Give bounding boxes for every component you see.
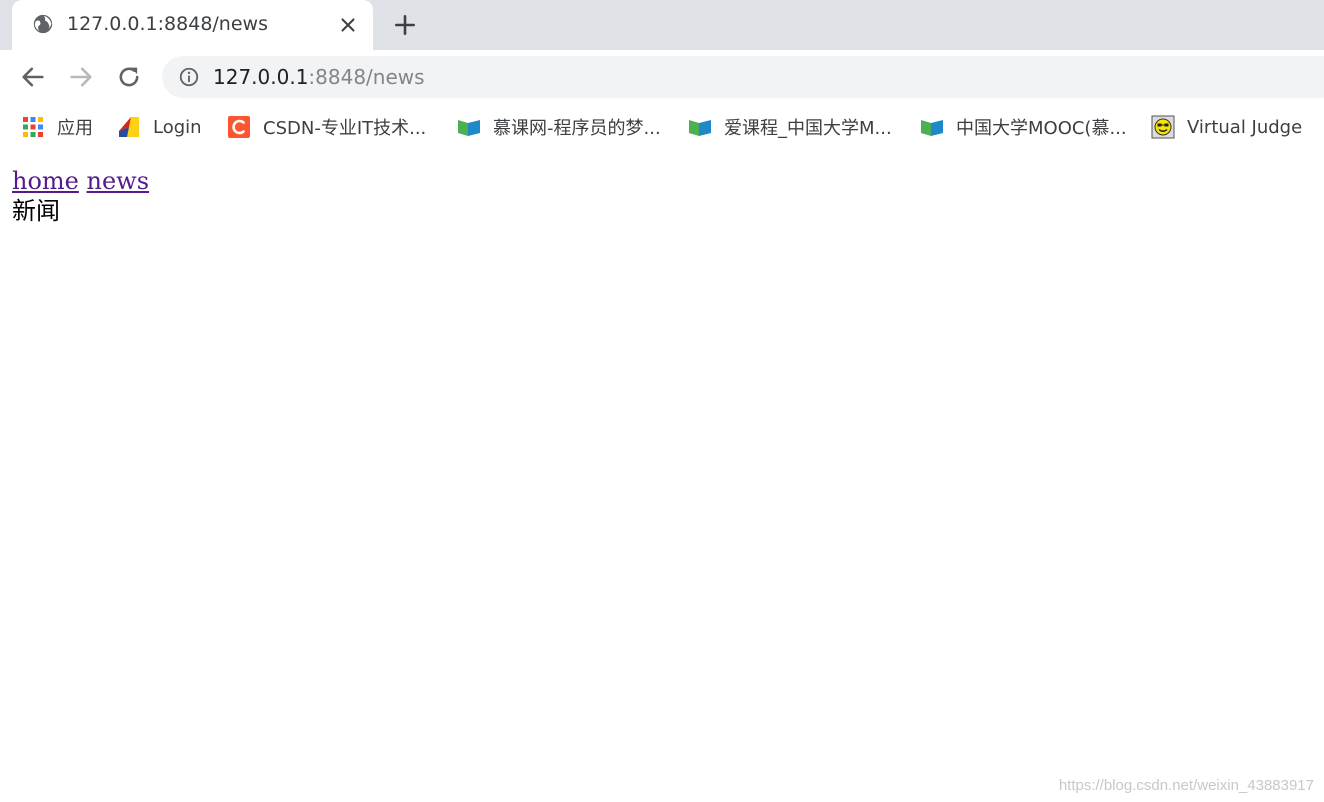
bookmark-mooc[interactable]: 中国大学MOOC(慕... bbox=[920, 112, 1127, 142]
tab-strip: 127.0.0.1:8848/news bbox=[0, 0, 1324, 50]
home-link[interactable]: home bbox=[12, 167, 79, 195]
smiley-favicon-icon bbox=[1151, 115, 1175, 139]
reload-icon[interactable] bbox=[115, 63, 143, 91]
info-icon[interactable] bbox=[178, 66, 200, 88]
news-link[interactable]: news bbox=[87, 167, 150, 195]
news-text: 新闻 bbox=[12, 197, 60, 225]
csdn-favicon-icon bbox=[228, 116, 250, 138]
bookmark-apps[interactable]: 应用 bbox=[21, 112, 93, 142]
bookmark-login[interactable]: Login bbox=[117, 112, 202, 142]
address-bar[interactable]: 127.0.0.1:8848/news bbox=[162, 56, 1324, 98]
browser-toolbar: 127.0.0.1:8848/news bbox=[0, 50, 1324, 104]
book-favicon-icon bbox=[921, 120, 943, 136]
bookmarks-bar: 应用 Login CSDN-专业IT技术... 慕课网-程序员的梦... 爱课程… bbox=[0, 104, 1324, 150]
bookmark-virtual-judge[interactable]: Virtual Judge bbox=[1151, 112, 1302, 142]
bookmark-icourses[interactable]: 爱课程_中国大学M... bbox=[688, 112, 892, 142]
bookmark-label: 应用 bbox=[57, 118, 93, 139]
bookmark-label: 爱课程_中国大学M... bbox=[724, 118, 892, 139]
apps-grid-icon bbox=[23, 117, 43, 137]
url-host: 127.0.0.1 bbox=[213, 65, 309, 89]
globe-icon bbox=[33, 14, 53, 34]
watermark: https://blog.csdn.net/weixin_43883917 bbox=[1058, 777, 1314, 794]
nav-links: home news bbox=[12, 166, 149, 196]
bookmark-label: Virtual Judge bbox=[1187, 116, 1303, 138]
tab-title: 127.0.0.1:8848/news bbox=[67, 13, 268, 35]
back-arrow-icon[interactable] bbox=[19, 63, 47, 91]
active-tab[interactable]: 127.0.0.1:8848/news bbox=[12, 0, 373, 50]
plus-icon[interactable] bbox=[392, 12, 418, 38]
close-icon[interactable] bbox=[337, 14, 359, 36]
bookmark-label: 慕课网-程序员的梦... bbox=[493, 118, 661, 139]
bookmark-imooc[interactable]: 慕课网-程序员的梦... bbox=[457, 112, 661, 142]
book-favicon-icon bbox=[689, 120, 711, 136]
bookmark-label: Login bbox=[153, 116, 202, 138]
bookmark-label: 中国大学MOOC(慕... bbox=[956, 118, 1127, 139]
url-path: :8848/news bbox=[308, 65, 425, 89]
url-text[interactable]: 127.0.0.1:8848/news bbox=[213, 65, 425, 89]
bookmark-csdn[interactable]: CSDN-专业IT技术... bbox=[227, 112, 426, 142]
bookmark-label: CSDN-专业IT技术... bbox=[263, 118, 427, 139]
page-content: home news 新闻 bbox=[12, 166, 149, 226]
book-favicon-icon bbox=[458, 120, 480, 136]
login-favicon-icon bbox=[119, 117, 139, 137]
forward-arrow-icon[interactable] bbox=[67, 63, 95, 91]
